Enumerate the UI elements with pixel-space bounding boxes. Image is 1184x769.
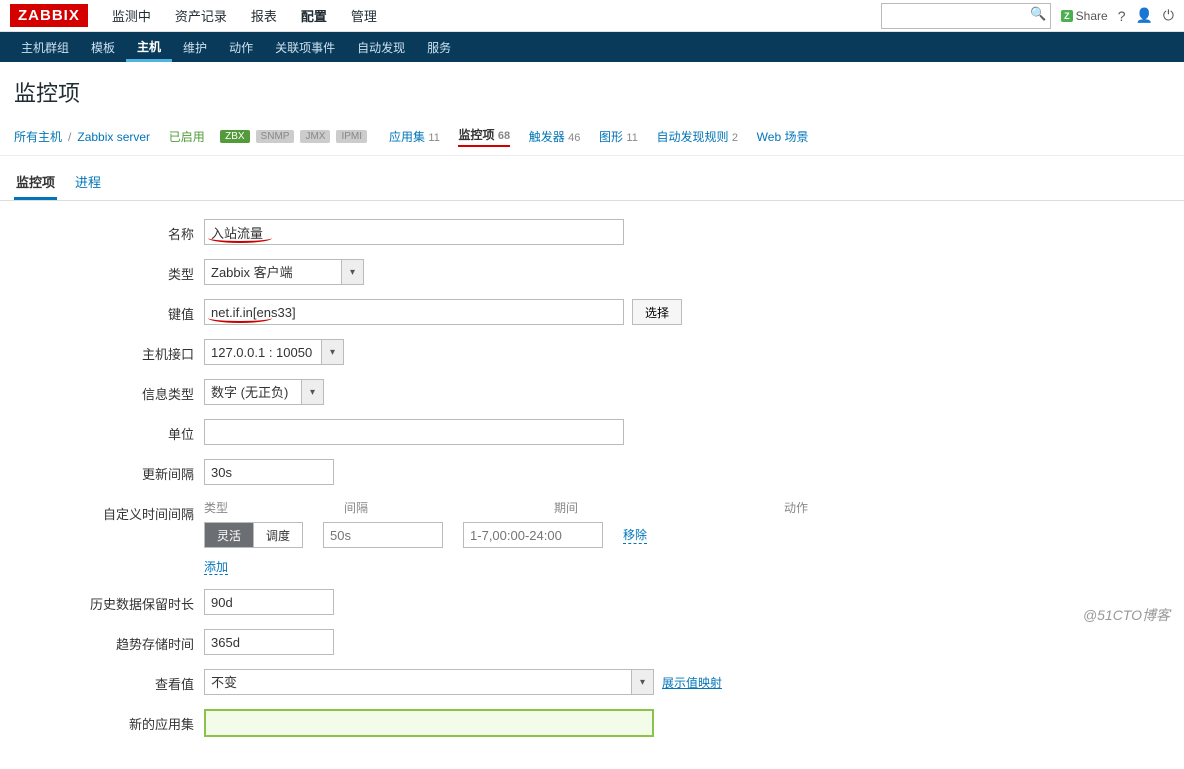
link-graphs[interactable]: 图形 11	[599, 128, 638, 145]
label-custom-interval: 自定义时间间隔	[14, 499, 204, 523]
nav-configuration[interactable]: 配置	[289, 0, 339, 32]
subnav-services[interactable]: 服务	[416, 33, 462, 62]
host-breadcrumb: 所有主机 / Zabbix server 已启用 ZBX SNMP JMX IP…	[0, 118, 1184, 156]
power-icon[interactable]: ⏻	[1163, 7, 1174, 24]
interval-type-segment[interactable]: 灵活 调度	[204, 522, 303, 548]
link-items[interactable]: 监控项 68	[458, 126, 510, 147]
label-update-interval: 更新间隔	[14, 459, 204, 483]
link-applications[interactable]: 应用集 11	[389, 128, 440, 145]
label-name: 名称	[14, 219, 204, 243]
inner-tabs: 监控项 进程	[0, 156, 1184, 201]
label-new-application: 新的应用集	[14, 709, 204, 733]
label-valuemap: 查看值	[14, 669, 204, 693]
badge-snmp: SNMP	[256, 130, 295, 143]
select-interface[interactable]: 127.0.0.1 : 10050	[204, 339, 344, 365]
nav-monitoring[interactable]: 监测中	[100, 0, 163, 32]
crumb-sep: /	[68, 130, 71, 144]
link-triggers-count: 46	[568, 132, 580, 144]
input-custom-period[interactable]	[463, 522, 603, 548]
nav-admin[interactable]: 管理	[339, 0, 389, 32]
label-unit: 单位	[14, 419, 204, 443]
nav-inventory[interactable]: 资产记录	[163, 0, 239, 32]
input-update-interval[interactable]	[204, 459, 334, 485]
subnav-hostgroups[interactable]: 主机群组	[10, 33, 80, 62]
custom-interval-header: 类型 间隔 期间 动作	[204, 499, 808, 516]
tab-process[interactable]: 进程	[73, 166, 103, 200]
link-triggers-label: 触发器	[529, 130, 565, 144]
label-history: 历史数据保留时长	[14, 589, 204, 613]
link-graphs-label: 图形	[599, 130, 623, 144]
button-key-select[interactable]: 选择	[632, 299, 682, 325]
share-label: Share	[1076, 9, 1108, 23]
subnav-discovery[interactable]: 自动发现	[346, 33, 416, 62]
input-history[interactable]	[204, 589, 334, 615]
input-custom-interval[interactable]	[323, 522, 443, 548]
global-search: 🔍	[881, 3, 1051, 29]
link-triggers[interactable]: 触发器 46	[529, 128, 581, 145]
link-graphs-count: 11	[626, 132, 637, 144]
subnav-hosts[interactable]: 主机	[126, 32, 172, 62]
link-show-valuemap[interactable]: 展示值映射	[662, 674, 722, 691]
badge-jmx: JMX	[300, 130, 330, 143]
share-button[interactable]: Z Share	[1061, 9, 1108, 23]
item-form: 名称 类型 Zabbix 客户端 ▾ 键值 选择 主机接口	[0, 201, 1184, 769]
link-discovery[interactable]: 自动发现规则 2	[657, 128, 738, 145]
subnav-correlation[interactable]: 关联项事件	[264, 33, 346, 62]
subnav-templates[interactable]: 模板	[80, 33, 126, 62]
badge-ipmi: IPMI	[336, 130, 367, 143]
sub-nav: 主机群组 模板 主机 维护 动作 关联项事件 自动发现 服务	[0, 32, 1184, 62]
status-enabled: 已启用	[169, 128, 205, 145]
link-discovery-label: 自动发现规则	[657, 130, 729, 144]
label-info-type: 信息类型	[14, 379, 204, 403]
select-info-type[interactable]: 数字 (无正负)	[204, 379, 324, 405]
watermark: @51CTO博客	[1083, 605, 1170, 625]
z-icon: Z	[1061, 10, 1073, 22]
link-discovery-count: 2	[732, 132, 738, 144]
label-type: 类型	[14, 259, 204, 283]
page-title: 监控项	[0, 62, 1184, 118]
input-key[interactable]	[204, 299, 624, 325]
input-new-application[interactable]	[204, 709, 654, 737]
link-remove-interval[interactable]: 移除	[623, 526, 647, 544]
nav-reports[interactable]: 报表	[239, 0, 289, 32]
search-input[interactable]	[881, 3, 1051, 29]
seg-scheduling[interactable]: 调度	[253, 523, 302, 547]
link-add-interval[interactable]: 添加	[204, 560, 228, 575]
label-interface: 主机接口	[14, 339, 204, 363]
top-header: ZABBIX 监测中 资产记录 报表 配置 管理 🔍 Z Share ? 👤 ⏻	[0, 0, 1184, 32]
badge-zbx: ZBX	[220, 130, 249, 143]
top-nav: 监测中 资产记录 报表 配置 管理	[100, 0, 389, 32]
seg-flexible[interactable]: 灵活	[205, 523, 253, 547]
subnav-maintenance[interactable]: 维护	[172, 33, 218, 62]
link-apps-count: 11	[428, 132, 439, 144]
link-apps-label: 应用集	[389, 130, 425, 144]
crumb-host[interactable]: Zabbix server	[77, 130, 150, 144]
select-valuemap[interactable]: 不变	[204, 669, 654, 695]
help-icon[interactable]: ?	[1118, 8, 1126, 24]
crumb-all-hosts[interactable]: 所有主机	[14, 128, 62, 145]
top-right: 🔍 Z Share ? 👤 ⏻	[881, 3, 1174, 29]
link-web[interactable]: Web 场景	[757, 128, 809, 145]
link-items-count: 68	[498, 130, 510, 142]
user-icon[interactable]: 👤	[1135, 7, 1152, 24]
custom-interval-row: 灵活 调度 移除	[204, 522, 808, 548]
link-items-label: 监控项	[458, 128, 494, 142]
subnav-actions[interactable]: 动作	[218, 33, 264, 62]
label-key: 键值	[14, 299, 204, 323]
search-icon[interactable]: 🔍	[1030, 6, 1046, 22]
logo: ZABBIX	[10, 4, 88, 27]
input-name[interactable]	[204, 219, 624, 245]
select-type[interactable]: Zabbix 客户端	[204, 259, 364, 285]
input-unit[interactable]	[204, 419, 624, 445]
tab-item[interactable]: 监控项	[14, 166, 57, 200]
